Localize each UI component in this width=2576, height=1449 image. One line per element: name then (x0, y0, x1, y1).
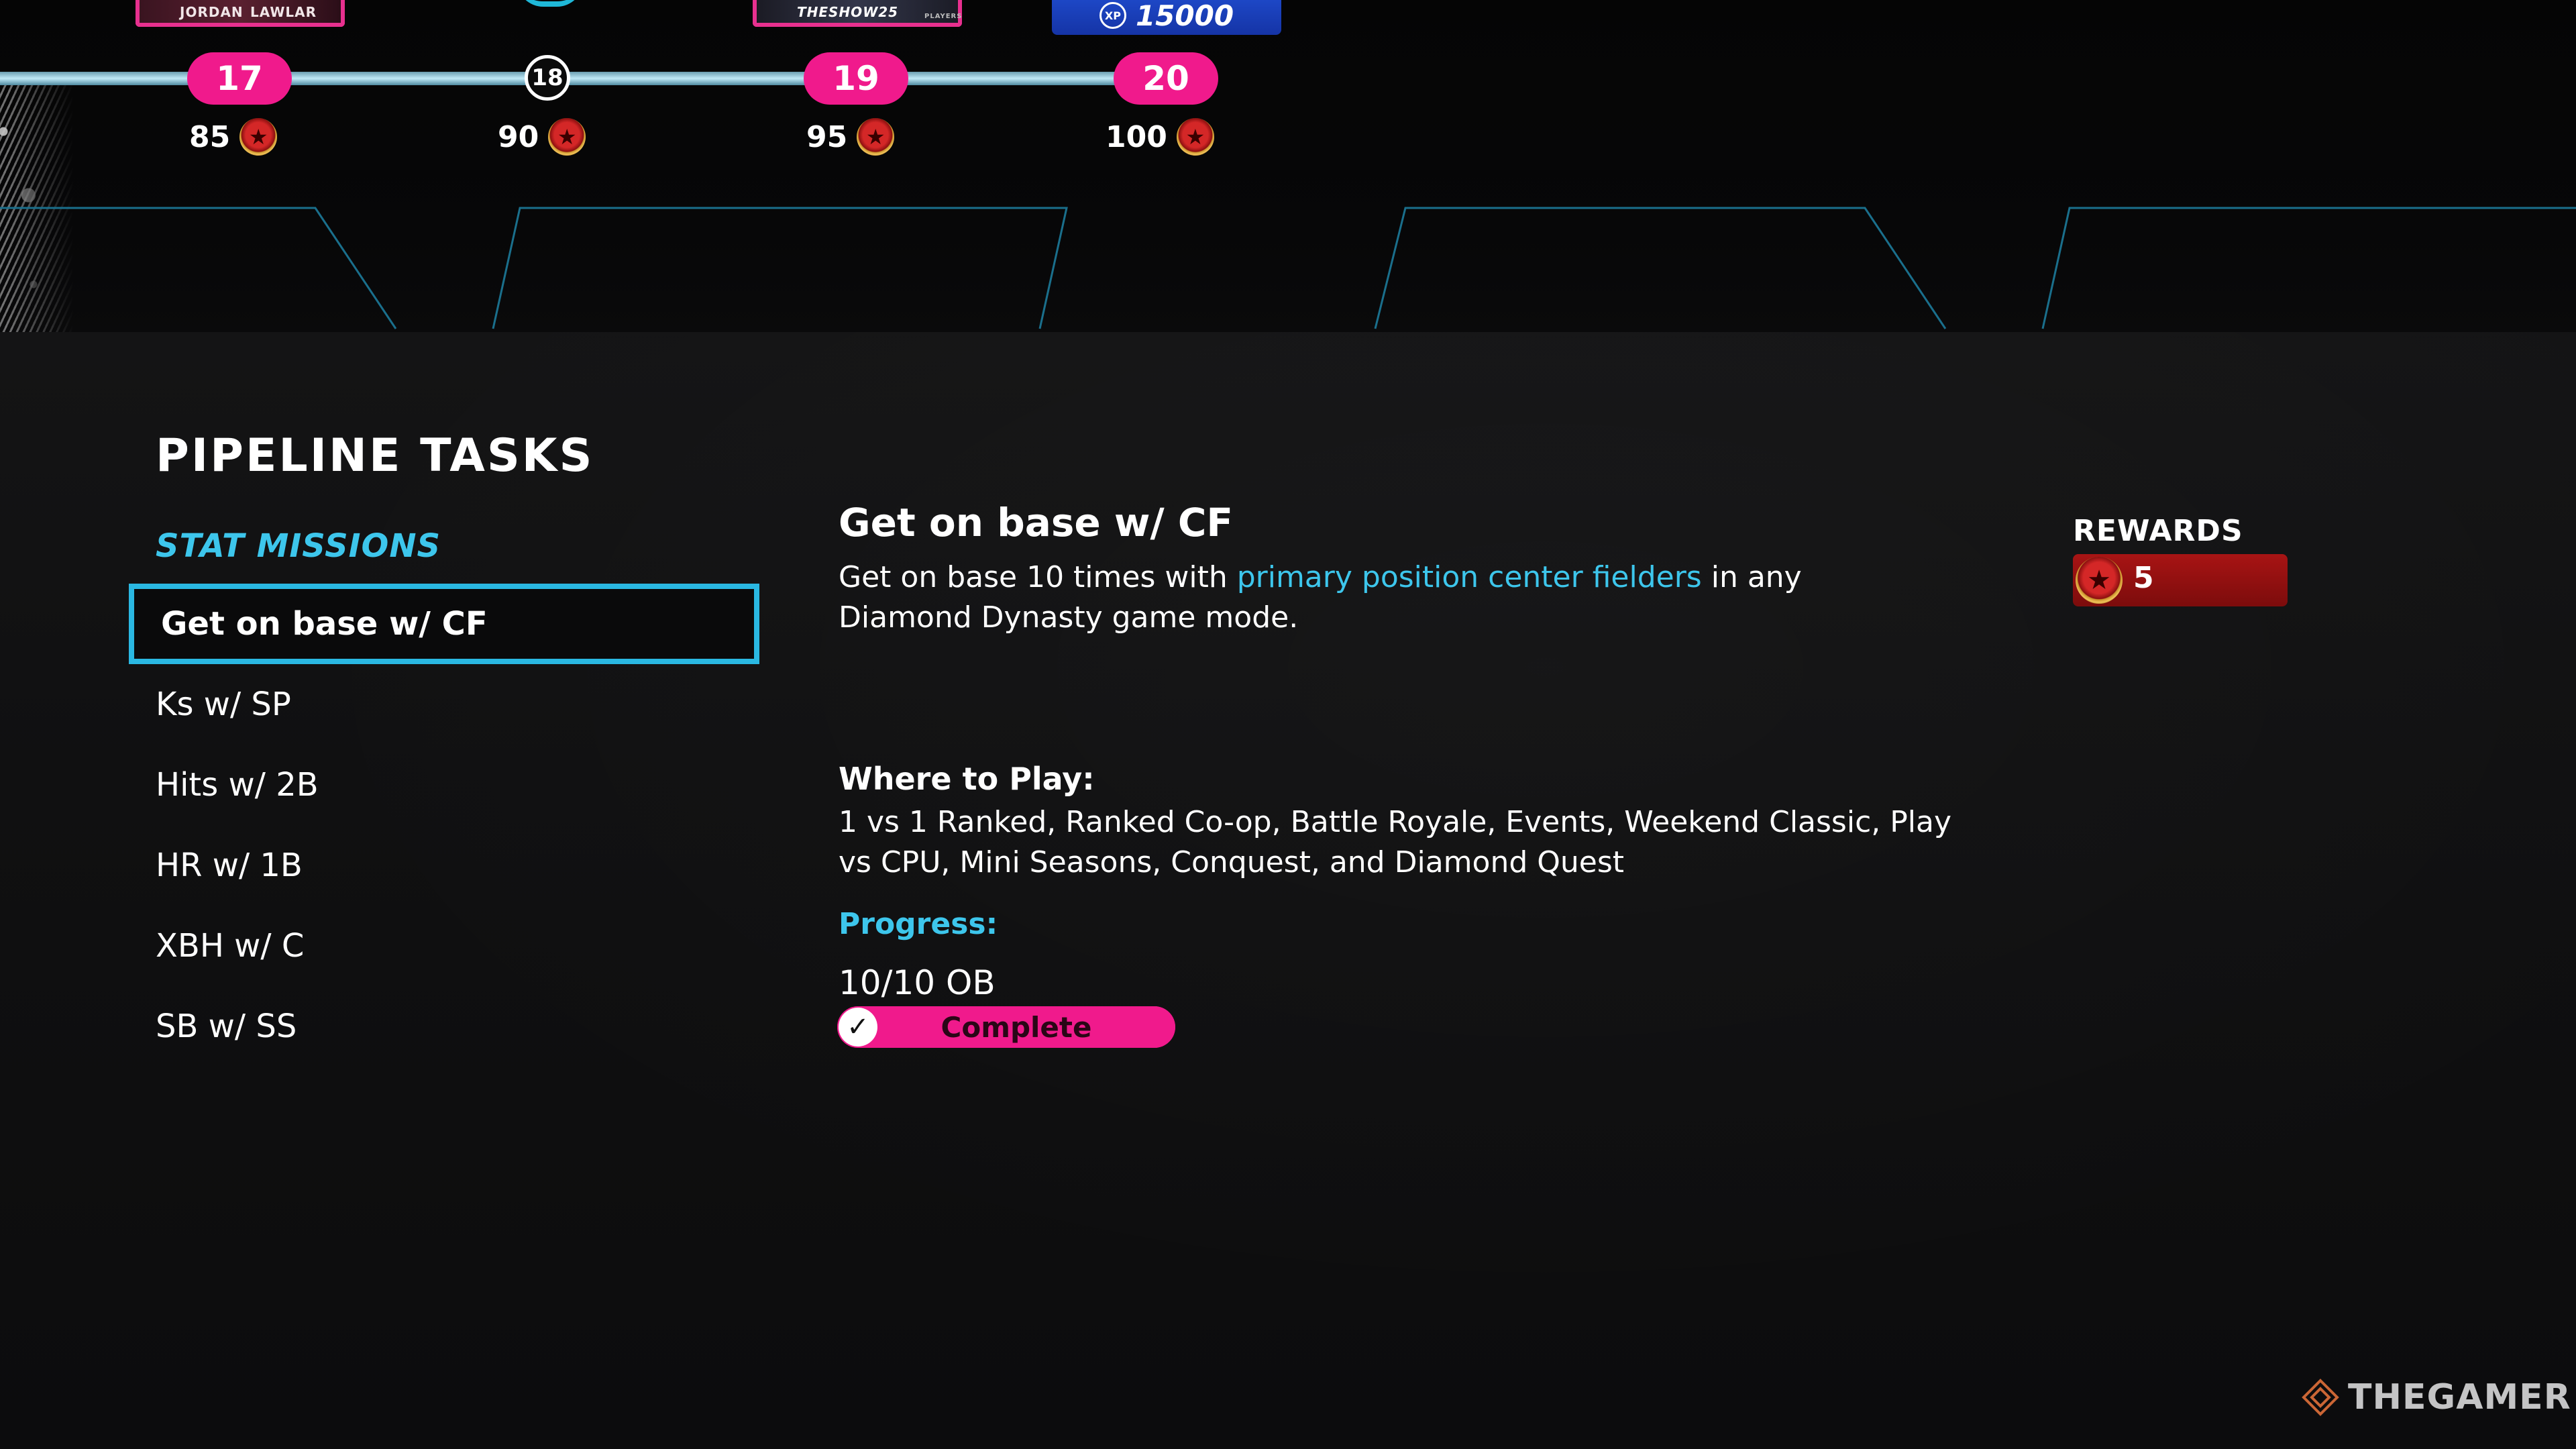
progress-status-bar: ✓ Complete (837, 1006, 1175, 1048)
points-value: 95 (806, 119, 848, 154)
card-first-name: JORDAN (180, 4, 244, 20)
star-coin-icon: ★ (857, 118, 895, 156)
reward-quantity: 5 (2133, 561, 2154, 595)
task-detail-title: Get on base w/ CF (839, 500, 1234, 545)
star-coin-icon: ★ (1176, 118, 1214, 156)
xp-amount: 15000 (1135, 0, 1234, 32)
progress-value: 10/10 OB (839, 963, 996, 1002)
level-node-18[interactable]: 18 (525, 55, 570, 101)
card-last-name: LAWLAR (250, 4, 317, 20)
where-to-play-label: Where to Play: (839, 761, 1095, 797)
task-list: Get on base w/ CF Ks w/ SP Hits w/ 2B HR… (129, 584, 759, 1067)
watermark-text: THEGAMER (2348, 1377, 2571, 1417)
level-points-17: 85 ★ (189, 117, 278, 157)
task-item-ks-sp[interactable]: Ks w/ SP (129, 664, 759, 745)
points-value: 100 (1106, 119, 1167, 154)
category-header-stat-missions: STAT MISSIONS (156, 527, 441, 565)
thegamer-watermark: THEGAMER (2300, 1377, 2571, 1418)
task-item-sb-ss[interactable]: SB w/ SS (129, 986, 759, 1067)
pack-brand-label: THESHOW25 (797, 4, 899, 20)
pack-sub-label: PLAYERS (924, 13, 963, 20)
star-coin-icon: ★ (239, 118, 278, 156)
xp-icon: XP (1099, 2, 1126, 29)
where-to-play-modes: 1 vs 1 Ranked, Ranked Co-op, Battle Roya… (839, 805, 1952, 879)
reward-card-theshow-pack[interactable]: THESHOW25 PLAYERS (753, 0, 962, 27)
reward-chip: ★ 5 (2073, 554, 2288, 606)
level-node-17[interactable]: 17 (187, 52, 292, 105)
star-coin-icon: ★ (548, 118, 586, 156)
task-item-hits-2b[interactable]: Hits w/ 2B (129, 745, 759, 825)
task-item-hr-1b[interactable]: HR w/ 1B (129, 825, 759, 906)
level-points-19: 95 ★ (806, 117, 895, 157)
points-value: 85 (189, 119, 231, 154)
description-text: Get on base 10 times with (839, 560, 1237, 594)
reward-item-18[interactable] (517, 0, 584, 7)
xp-reward-card[interactable]: XP 15000 (1052, 0, 1281, 35)
reward-card-jordan-lawlar[interactable]: JORDAN LAWLAR (136, 0, 345, 27)
level-points-18: 90 ★ (498, 117, 586, 157)
page-title: PIPELINE TASKS (156, 429, 594, 482)
level-node-20[interactable]: 20 (1114, 52, 1218, 105)
task-description: Get on base 10 times with primary positi… (839, 557, 1898, 638)
card-frame-outlines (0, 207, 2576, 329)
status-complete-label: Complete (941, 1010, 1092, 1044)
level-node-19[interactable]: 19 (804, 52, 908, 105)
task-item-get-on-base-cf[interactable]: Get on base w/ CF (129, 584, 759, 664)
task-detail: Get on base w/ CF Get on base 10 times w… (839, 500, 1912, 638)
rewards-label: REWARDS (2073, 514, 2243, 548)
program-track: JORDAN LAWLAR THESHOW25 PLAYERS XP 15000… (0, 0, 2576, 335)
thegamer-logo-icon (2302, 1379, 2339, 1416)
star-coin-icon: ★ (2076, 557, 2123, 604)
points-value: 90 (498, 119, 539, 154)
progress-label: Progress: (839, 907, 998, 941)
description-highlight: primary position center fielders (1236, 560, 1702, 594)
task-item-xbh-c[interactable]: XBH w/ C (129, 906, 759, 986)
level-points-20: 100 ★ (1106, 117, 1214, 157)
